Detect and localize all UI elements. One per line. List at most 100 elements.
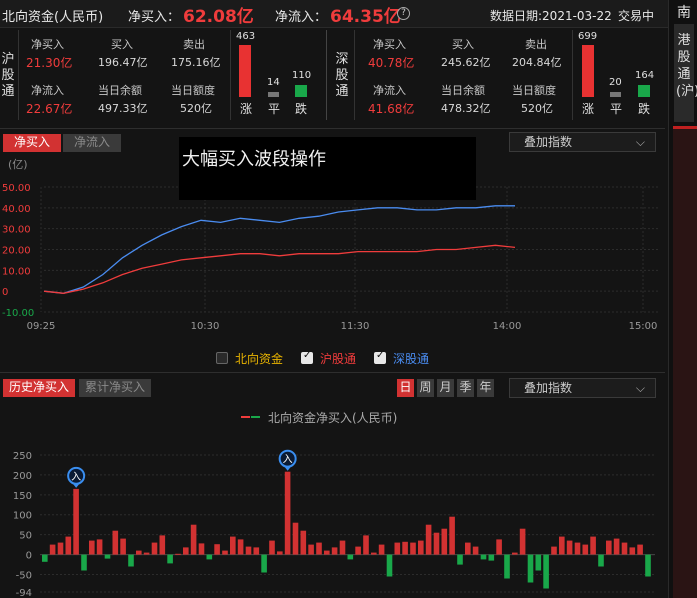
history-bar bbox=[167, 554, 173, 564]
period-quarter[interactable]: 季 bbox=[457, 379, 474, 397]
history-bar bbox=[120, 538, 126, 555]
sz-flat-bar bbox=[610, 92, 621, 97]
divider bbox=[230, 30, 231, 120]
sh-quota-value: 520亿 bbox=[180, 102, 212, 115]
divider bbox=[326, 30, 327, 120]
buy-marker-label: 入 bbox=[71, 472, 81, 483]
history-bar bbox=[245, 546, 252, 555]
sh-connect-label[interactable]: 沪股通 bbox=[0, 52, 16, 100]
history-bar bbox=[300, 530, 307, 555]
legend-sz[interactable]: 深股通 bbox=[393, 350, 429, 367]
history-bar bbox=[261, 554, 267, 573]
y-tick-label: 40.00 bbox=[2, 204, 31, 215]
sz-sell-label: 卖出 bbox=[525, 38, 547, 51]
y-tick-label: 150 bbox=[13, 491, 32, 502]
buy-marker-pointer bbox=[72, 482, 81, 488]
y-tick-label: -50 bbox=[16, 570, 32, 581]
history-bar bbox=[65, 536, 72, 555]
sz-connect-label[interactable]: 深股通 bbox=[334, 52, 350, 100]
overlay-index-select[interactable]: 叠加指数 ⌵ bbox=[509, 132, 656, 152]
annotation-text: 大幅买入波段操作 bbox=[182, 149, 326, 170]
history-bar bbox=[472, 546, 479, 555]
history-bar bbox=[151, 542, 158, 555]
sz-buy-value: 245.62亿 bbox=[441, 56, 491, 69]
x-tick-label: 15:00 bbox=[629, 321, 658, 332]
history-bar bbox=[527, 554, 534, 583]
sz-balance-value: 478.32亿 bbox=[441, 102, 491, 115]
history-bar bbox=[566, 540, 573, 555]
sh-down-label: 跌 bbox=[295, 102, 308, 116]
history-bar bbox=[222, 550, 228, 555]
history-bar bbox=[355, 546, 361, 555]
history-bar bbox=[190, 524, 197, 555]
sz-net-inflow-value: 41.68亿 bbox=[368, 102, 415, 116]
help-icon[interactable]: ? bbox=[397, 7, 410, 20]
legend-checkbox-north[interactable] bbox=[216, 352, 228, 364]
history-bar bbox=[480, 554, 487, 560]
history-bar bbox=[574, 542, 581, 555]
period-year[interactable]: 年 bbox=[477, 379, 494, 397]
y-tick-label: 200 bbox=[13, 471, 32, 482]
legend-swatch-red bbox=[241, 416, 250, 418]
history-bar bbox=[128, 554, 134, 567]
side-scroll-area[interactable] bbox=[673, 128, 697, 598]
period-day[interactable]: 日 bbox=[397, 379, 414, 397]
y-tick-label: 100 bbox=[13, 511, 32, 522]
history-bar bbox=[465, 542, 471, 555]
tab-cumulative-net-buy[interactable]: 累计净买入 bbox=[79, 379, 151, 397]
south-tab[interactable]: 南 bbox=[674, 4, 694, 22]
sh-up-bar bbox=[239, 45, 251, 97]
sh-sell-value: 175.16亿 bbox=[171, 56, 221, 69]
legend-sh[interactable]: 沪股通 bbox=[320, 350, 356, 367]
history-bar bbox=[316, 542, 322, 555]
history-bar bbox=[386, 554, 393, 577]
history-bar bbox=[49, 544, 56, 555]
sz-down-count: 164 bbox=[635, 70, 655, 81]
y-tick-label: 50 bbox=[19, 531, 32, 542]
history-bar bbox=[253, 547, 260, 555]
divider bbox=[572, 30, 573, 120]
history-bar bbox=[73, 488, 79, 555]
period-week[interactable]: 周 bbox=[417, 379, 434, 397]
history-bar bbox=[331, 547, 338, 555]
y-tick-label: 0 bbox=[26, 551, 32, 562]
top-bar: 北向资金(人民币) 净买入： 62.08亿 净流入： 64.35亿 ? 数据日期… bbox=[0, 0, 668, 28]
history-bar bbox=[237, 539, 244, 555]
history-overlay-index-label: 叠加指数 bbox=[524, 381, 573, 395]
sh-buy-label: 买入 bbox=[111, 38, 133, 51]
sz-quota-label: 当日额度 bbox=[512, 84, 556, 97]
history-bar bbox=[136, 550, 142, 555]
history-bar bbox=[418, 540, 424, 555]
history-bar bbox=[441, 528, 448, 555]
chevron-down-icon: ⌵ bbox=[635, 381, 645, 395]
sh-net-inflow-label: 净流入 bbox=[31, 84, 64, 97]
sz-quota-value: 520亿 bbox=[521, 102, 553, 115]
chevron-down-icon: ⌵ bbox=[635, 135, 645, 149]
history-overlay-index-select[interactable]: 叠加指数 ⌵ bbox=[509, 378, 656, 398]
y-tick-label: 50.00 bbox=[2, 183, 31, 194]
history-legend-label: 北向资金净买入(人民币) bbox=[268, 411, 398, 425]
history-bar bbox=[519, 528, 526, 555]
tab-history-net-buy[interactable]: 历史净买入 bbox=[3, 379, 75, 397]
legend-checkbox-sz[interactable] bbox=[374, 350, 386, 364]
history-bar bbox=[402, 541, 408, 555]
legend-north[interactable]: 北向资金 bbox=[235, 350, 283, 367]
net-inflow-label: 净流入： bbox=[275, 10, 328, 25]
sh-flat-bar bbox=[268, 92, 279, 97]
history-bar bbox=[645, 554, 651, 577]
legend-checkbox-sh[interactable] bbox=[301, 350, 313, 364]
legend-swatch-green bbox=[251, 416, 260, 418]
sz-flat-label: 平 bbox=[610, 102, 623, 116]
sh-balance-value: 497.33亿 bbox=[98, 102, 148, 115]
period-month[interactable]: 月 bbox=[437, 379, 454, 397]
x-tick-label: 11:30 bbox=[341, 321, 370, 332]
history-bar bbox=[143, 552, 150, 555]
sh-quota-label: 当日额度 bbox=[171, 84, 215, 97]
history-bar bbox=[230, 536, 236, 555]
history-bar bbox=[183, 547, 189, 555]
history-bar bbox=[284, 471, 291, 555]
side-scroll-indicator bbox=[673, 126, 697, 129]
history-bar bbox=[57, 542, 64, 555]
overlay-index-label: 叠加指数 bbox=[524, 135, 573, 149]
sh-balance-label: 当日余额 bbox=[98, 84, 142, 97]
